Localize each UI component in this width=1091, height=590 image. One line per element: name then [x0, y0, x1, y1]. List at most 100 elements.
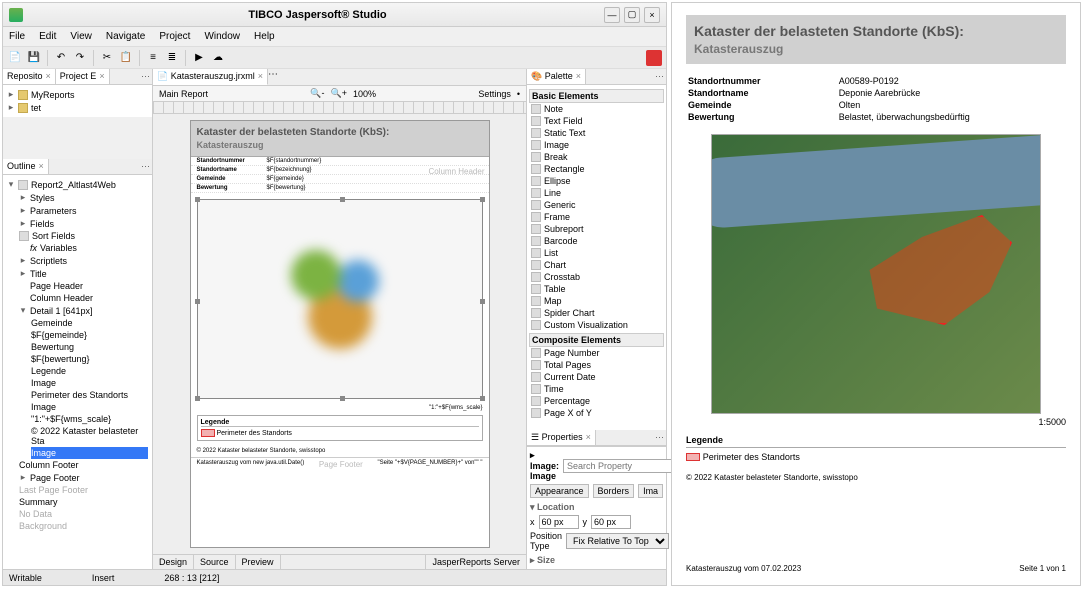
- palette-item[interactable]: Spider Chart: [529, 307, 664, 319]
- pane-menu-icon[interactable]: ⋯: [139, 69, 152, 84]
- palette-item[interactable]: Static Text: [529, 127, 664, 139]
- tab-palette[interactable]: 🎨 Palette×: [527, 69, 586, 84]
- zoom-in-icon[interactable]: 🔍+: [331, 88, 347, 99]
- outline-node[interactable]: Styles: [30, 193, 55, 203]
- tab-repository[interactable]: Reposito×: [3, 69, 56, 84]
- outline-tree[interactable]: ▾Report2_Altlast4Web ▸Styles ▸Parameters…: [3, 175, 152, 569]
- outline-node[interactable]: Column Footer: [19, 460, 79, 470]
- outline-node[interactable]: © 2022 Kataster belasteter Sta: [31, 426, 148, 446]
- outline-node[interactable]: Sort Fields: [32, 231, 75, 241]
- palette-item[interactable]: Ellipse: [529, 175, 664, 187]
- report-canvas[interactable]: Kataster der belasteten Standorte (KbS):…: [190, 120, 490, 548]
- tab-preview[interactable]: Preview: [236, 555, 281, 569]
- save-icon[interactable]: 💾: [26, 50, 42, 66]
- settings-icon[interactable]: •: [517, 89, 520, 99]
- server-link[interactable]: JasperReports Server: [425, 555, 526, 569]
- palette-item[interactable]: Frame: [529, 211, 664, 223]
- palette-item[interactable]: Table: [529, 283, 664, 295]
- outline-node[interactable]: Background: [19, 521, 67, 531]
- outline-node[interactable]: Bewertung: [31, 342, 74, 352]
- menu-project[interactable]: Project: [159, 31, 190, 42]
- palette-item[interactable]: Map: [529, 295, 664, 307]
- perspective-icon[interactable]: [646, 50, 662, 66]
- outline-node[interactable]: Scriptlets: [30, 256, 67, 266]
- location-section[interactable]: Location: [537, 502, 575, 512]
- palette-item[interactable]: Line: [529, 187, 664, 199]
- outline-node-selected[interactable]: Image: [31, 448, 56, 458]
- outline-node[interactable]: $F{bewertung}: [31, 354, 90, 364]
- palette-group[interactable]: Basic Elements: [529, 89, 664, 103]
- settings-link[interactable]: Settings: [478, 89, 511, 99]
- menu-view[interactable]: View: [70, 31, 92, 42]
- menu-help[interactable]: Help: [254, 31, 275, 42]
- main-report-nav[interactable]: Main Report: [159, 89, 208, 99]
- redo-icon[interactable]: ↷: [72, 50, 88, 66]
- menu-edit[interactable]: Edit: [39, 31, 56, 42]
- palette-item[interactable]: Chart: [529, 259, 664, 271]
- undo-icon[interactable]: ↶: [53, 50, 69, 66]
- outline-detail[interactable]: Detail 1 [641px]: [30, 306, 93, 316]
- tab-source[interactable]: Source: [194, 555, 236, 569]
- palette-group[interactable]: Composite Elements: [529, 333, 664, 347]
- prop-tab-borders[interactable]: Borders: [593, 484, 635, 498]
- palette-item[interactable]: Text Field: [529, 115, 664, 127]
- palette-item[interactable]: Time: [529, 383, 664, 395]
- pane-menu-icon[interactable]: ⋯: [139, 159, 152, 174]
- outline-node[interactable]: Page Footer: [30, 473, 80, 483]
- minimize-button[interactable]: —: [604, 7, 620, 23]
- pane-menu-icon[interactable]: ⋯: [268, 69, 278, 85]
- outline-node[interactable]: Image: [31, 378, 56, 388]
- tab-design[interactable]: Design: [153, 555, 194, 569]
- palette-item[interactable]: Generic: [529, 199, 664, 211]
- tab-project-explorer[interactable]: Project E×: [56, 69, 110, 84]
- align-icon[interactable]: ≡: [145, 50, 161, 66]
- outline-node[interactable]: Perimeter des Standorts: [31, 390, 128, 400]
- outline-node[interactable]: Title: [30, 269, 47, 279]
- palette-item[interactable]: Break: [529, 151, 664, 163]
- palette-item[interactable]: Rectangle: [529, 163, 664, 175]
- pane-menu-icon[interactable]: ⋯: [653, 69, 666, 84]
- outline-node[interactable]: Legende: [31, 366, 66, 376]
- tab-outline[interactable]: Outline×: [3, 159, 49, 174]
- palette-item[interactable]: Page Number: [529, 347, 664, 359]
- outline-node[interactable]: Parameters: [30, 206, 77, 216]
- y-input[interactable]: [591, 515, 631, 529]
- palette-item[interactable]: List: [529, 247, 664, 259]
- repository-tree[interactable]: ▸MyReports ▸tet: [3, 85, 152, 117]
- menu-window[interactable]: Window: [204, 31, 240, 42]
- outline-node[interactable]: Fields: [30, 219, 54, 229]
- palette-item[interactable]: Page X of Y: [529, 407, 664, 419]
- position-type-select[interactable]: Fix Relative To Top: [566, 533, 669, 549]
- palette-item[interactable]: Custom Visualization: [529, 319, 664, 331]
- zoom-value[interactable]: 100%: [353, 89, 376, 99]
- pane-menu-icon[interactable]: ⋯: [653, 430, 666, 445]
- outline-node[interactable]: Page Header: [30, 281, 83, 291]
- maximize-button[interactable]: ▢: [624, 7, 640, 23]
- cut-icon[interactable]: ✂: [99, 50, 115, 66]
- prop-tab-appearance[interactable]: Appearance: [530, 484, 589, 498]
- palette-item[interactable]: Subreport: [529, 223, 664, 235]
- outline-node[interactable]: Image: [31, 402, 56, 412]
- tree-node[interactable]: tet: [31, 103, 41, 113]
- outline-node[interactable]: Variables: [40, 243, 77, 253]
- zoom-out-icon[interactable]: 🔍-: [310, 88, 324, 99]
- palette-item[interactable]: Current Date: [529, 371, 664, 383]
- palette-item[interactable]: Note: [529, 103, 664, 115]
- palette-item[interactable]: Percentage: [529, 395, 664, 407]
- close-button[interactable]: ×: [644, 7, 660, 23]
- outline-root[interactable]: Report2_Altlast4Web: [31, 180, 116, 190]
- menu-navigate[interactable]: Navigate: [106, 31, 145, 42]
- outline-node[interactable]: No Data: [19, 509, 52, 519]
- palette-item[interactable]: Image: [529, 139, 664, 151]
- palette-item[interactable]: Total Pages: [529, 359, 664, 371]
- property-search-input[interactable]: [563, 459, 688, 473]
- x-input[interactable]: [539, 515, 579, 529]
- outline-node[interactable]: Gemeinde: [31, 318, 73, 328]
- align-icon[interactable]: ≣: [164, 50, 180, 66]
- outline-node[interactable]: Last Page Footer: [19, 485, 88, 495]
- run-icon[interactable]: ▶: [191, 50, 207, 66]
- tab-properties[interactable]: ☰ Properties×: [527, 430, 596, 445]
- outline-node[interactable]: "1:"+$F{wms_scale}: [31, 414, 111, 424]
- prop-tab-image[interactable]: Ima: [638, 484, 663, 498]
- new-icon[interactable]: 📄: [7, 50, 23, 66]
